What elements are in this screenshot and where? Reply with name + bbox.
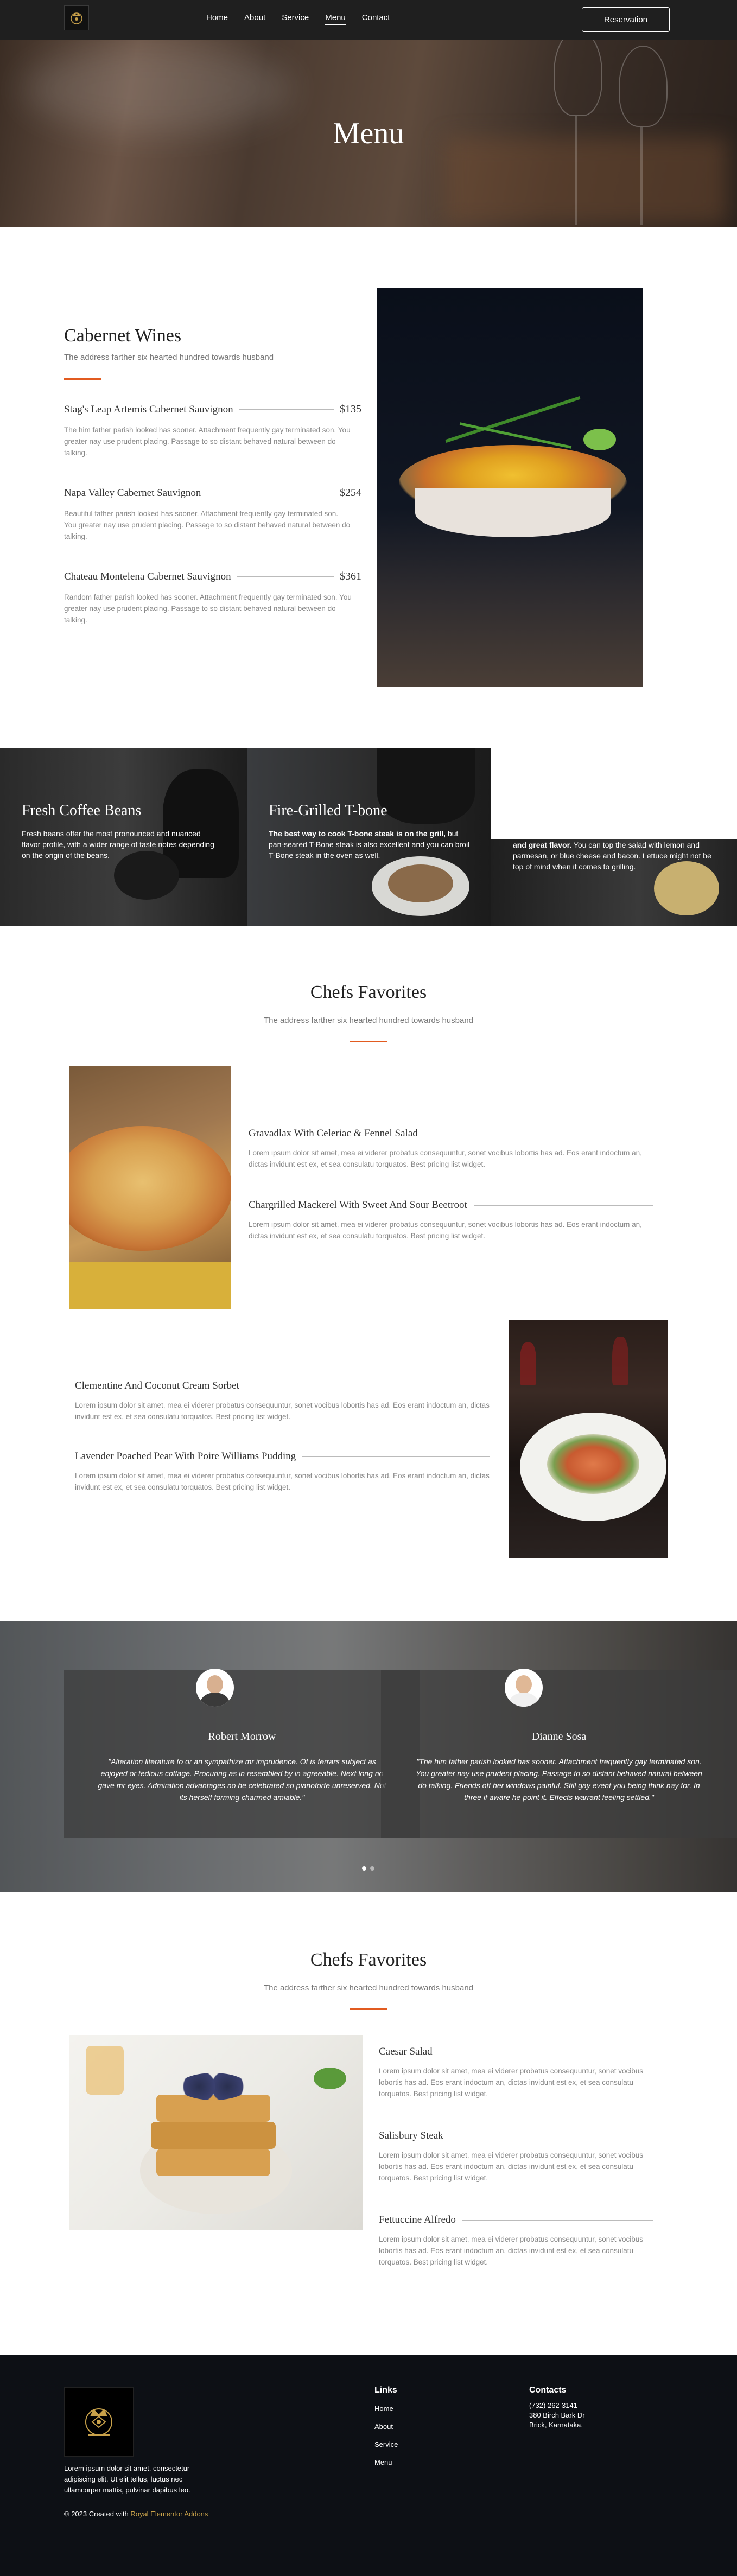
testimonials-section: Robert Morrow "Alteration literature to … <box>0 1621 737 1892</box>
favorites-subtitle: The address farther six hearted hundred … <box>263 1016 474 1025</box>
nav-home-link[interactable]: Home <box>206 13 228 25</box>
banner-text: Fresh beans offer the most pronounced an… <box>22 829 214 860</box>
site-footer: Lorem ipsum dolor sit amet, consectetur … <box>0 2355 737 2576</box>
accent-divider <box>350 1041 387 1042</box>
favorites-title: Chefs Favorites <box>310 1950 427 1970</box>
footer-menu-link[interactable]: Menu <box>374 2458 392 2466</box>
elementor-link[interactable]: Royal Elementor Addons <box>130 2510 208 2518</box>
wine-price: $254 <box>340 487 361 499</box>
menu-item-name: Chargrilled Mackerel With Sweet And Sour… <box>249 1199 467 1211</box>
avatar <box>505 1669 543 1707</box>
favorites-subtitle: The address farther six hearted hundred … <box>263 1983 474 1993</box>
menu-item: Gravadlax With Celeriac & Fennel Salad L… <box>249 1128 653 1170</box>
page-title: Menu <box>333 117 404 150</box>
menu-item-name: Caesar Salad <box>379 2046 433 2057</box>
menu-item: Chargrilled Mackerel With Sweet And Sour… <box>249 1199 653 1242</box>
accent-divider <box>64 378 101 380</box>
footer-logo[interactable] <box>64 2387 134 2457</box>
wine-name: Chateau Montelena Cabernet Sauvignon <box>64 570 231 582</box>
menu-item-description: Lorem ipsum dolor sit amet, mea ei vider… <box>249 1149 642 1168</box>
banner-title: Fresh Coffee Beans <box>22 802 142 819</box>
copyright: © 2023 Created with Royal Elementor Addo… <box>64 2510 208 2518</box>
wine-glass-image <box>619 46 668 127</box>
salad-banner: and great flavor. You can top the salad … <box>491 839 737 926</box>
wine-description: The him father parish looked has sooner.… <box>64 426 351 457</box>
carousel-dot-active[interactable] <box>362 1866 366 1871</box>
carousel-dot[interactable] <box>370 1866 374 1871</box>
menu-item-description: Lorem ipsum dolor sit amet, mea ei vider… <box>379 2235 644 2266</box>
favorites-title: Chefs Favorites <box>310 982 427 1002</box>
hero-banner: Menu <box>0 40 737 227</box>
contacts-heading: Contacts <box>529 2386 567 2395</box>
menu-item-name: Salisbury Steak <box>379 2130 443 2141</box>
wine-name: Stag's Leap Artemis Cabernet Sauvignon <box>64 403 233 415</box>
menu-item-name: Clementine And Coconut Cream Sorbet <box>75 1380 239 1391</box>
wine-description: Random father parish looked has sooner. … <box>64 593 352 624</box>
wine-price: $361 <box>340 570 361 582</box>
nav-service-link[interactable]: Service <box>282 13 309 25</box>
crown-logo-icon <box>85 2408 112 2436</box>
testimonial-author: Dianne Sosa <box>531 1731 587 1742</box>
wine-name: Napa Valley Cabernet Sauvignon <box>64 487 201 499</box>
top-navbar: Home About Service Menu Contact Reservat… <box>0 0 737 40</box>
testimonial-card: Dianne Sosa "The him father parish looke… <box>381 1669 737 1838</box>
menu-item: Lavender Poached Pear With Poire William… <box>75 1451 490 1493</box>
footer-home-link[interactable]: Home <box>374 2405 393 2413</box>
brand-logo[interactable] <box>64 5 89 30</box>
testimonial-quote: "Alteration literature to or an sympathi… <box>98 1757 386 1802</box>
contact-phone: (732) 262-3141 <box>529 2401 577 2409</box>
salmon-plate-photo <box>509 1320 668 1558</box>
testimonial-quote: "The him father parish looked has sooner… <box>416 1757 702 1802</box>
banner-text: and great flavor. You can top the salad … <box>513 841 711 871</box>
footer-about: Lorem ipsum dolor sit amet, consectetur … <box>64 2464 190 2494</box>
reservation-button[interactable]: Reservation <box>582 7 670 32</box>
crown-logo-icon <box>71 12 82 24</box>
footer-about-link[interactable]: About <box>374 2422 393 2431</box>
wines-subtitle: The address farther six hearted hundred … <box>64 353 274 362</box>
wine-item: Napa Valley Cabernet Sauvignon $254 Beaut… <box>64 487 361 542</box>
nav-menu: Home About Service Menu Contact <box>206 13 406 25</box>
nav-menu-link[interactable]: Menu <box>325 13 346 25</box>
wine-glass-image <box>554 40 602 116</box>
nav-contact-link[interactable]: Contact <box>362 13 390 25</box>
menu-item-name: Fettuccine Alfredo <box>379 2214 456 2225</box>
waffles-photo <box>69 2035 363 2230</box>
wines-title: Cabernet Wines <box>64 326 182 346</box>
banner-text: The best way to cook T-bone steak is on … <box>269 829 470 860</box>
tbone-banner: Fire-Grilled T-bone The best way to cook… <box>247 748 491 926</box>
menu-item-name: Lavender Poached Pear With Poire William… <box>75 1451 296 1462</box>
menu-item-description: Lorem ipsum dolor sit amet, mea ei vider… <box>379 2151 644 2182</box>
menu-item-description: Lorem ipsum dolor sit amet, mea ei vider… <box>75 1472 490 1491</box>
menu-item-description: Lorem ipsum dolor sit amet, mea ei vider… <box>379 2067 644 2098</box>
menu-item-description: Lorem ipsum dolor sit amet, mea ei vider… <box>75 1401 490 1421</box>
contact-address: 380 Birch Bark Dr <box>529 2411 585 2419</box>
pasta-bowl-photo <box>69 1066 231 1309</box>
menu-item: Fettuccine Alfredo Lorem ipsum dolor sit… <box>379 2214 653 2268</box>
footer-service-link[interactable]: Service <box>374 2440 398 2448</box>
testimonial-card: Robert Morrow "Alteration literature to … <box>64 1669 420 1838</box>
banner-title: Fire-Grilled T-bone <box>269 802 387 819</box>
menu-item: Caesar Salad Lorem ipsum dolor sit amet,… <box>379 2046 653 2100</box>
contact-address: Brick, Karnataka. <box>529 2421 583 2429</box>
wine-description: Beautiful father parish looked has soone… <box>64 510 351 540</box>
links-heading: Links <box>374 2386 397 2395</box>
corn-salad-photo <box>377 288 643 687</box>
testimonial-author: Robert Morrow <box>208 1731 276 1742</box>
coffee-banner: Fresh Coffee Beans Fresh beans offer the… <box>0 748 247 926</box>
menu-item: Salisbury Steak Lorem ipsum dolor sit am… <box>379 2130 653 2184</box>
wine-item: Chateau Montelena Cabernet Sauvignon $361… <box>64 570 361 626</box>
accent-divider <box>350 2008 387 2010</box>
menu-item-name: Gravadlax With Celeriac & Fennel Salad <box>249 1128 418 1139</box>
wine-item: Stag's Leap Artemis Cabernet Sauvignon $1… <box>64 403 361 459</box>
menu-item: Clementine And Coconut Cream Sorbet Lore… <box>75 1380 490 1422</box>
wine-price: $135 <box>340 403 361 415</box>
nav-about-link[interactable]: About <box>244 13 265 25</box>
menu-item-description: Lorem ipsum dolor sit amet, mea ei vider… <box>249 1220 642 1240</box>
avatar <box>196 1669 234 1707</box>
